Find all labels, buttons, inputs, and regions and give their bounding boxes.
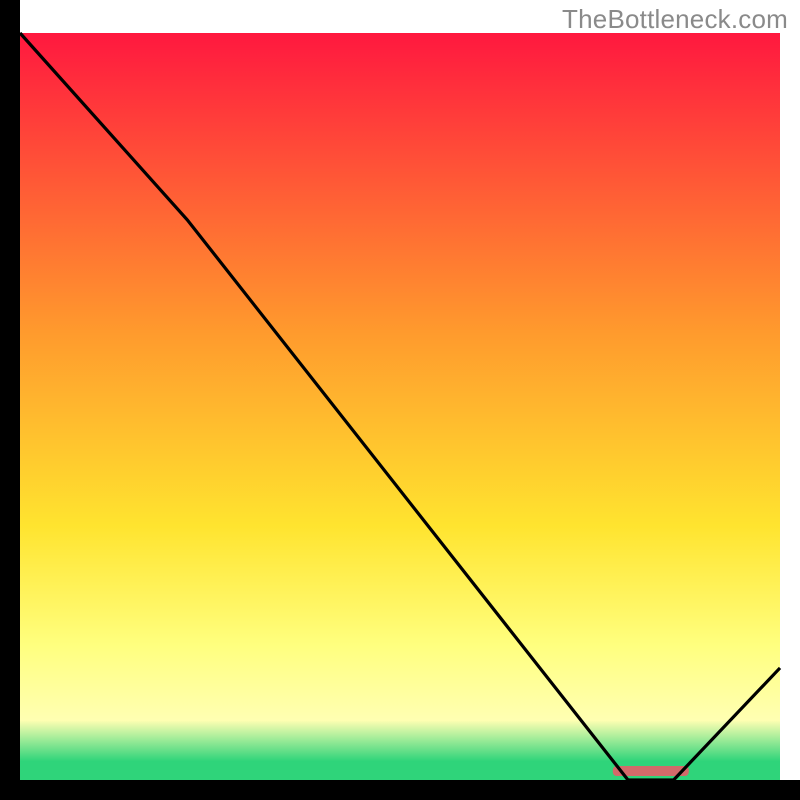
chart-container: { "watermark": "TheBottleneck.com", "col… xyxy=(0,0,800,800)
watermark-text: TheBottleneck.com xyxy=(562,4,788,35)
axis-left xyxy=(0,0,20,800)
axis-bottom xyxy=(0,780,800,800)
bottleneck-chart xyxy=(0,0,800,800)
gradient-background xyxy=(20,33,780,780)
